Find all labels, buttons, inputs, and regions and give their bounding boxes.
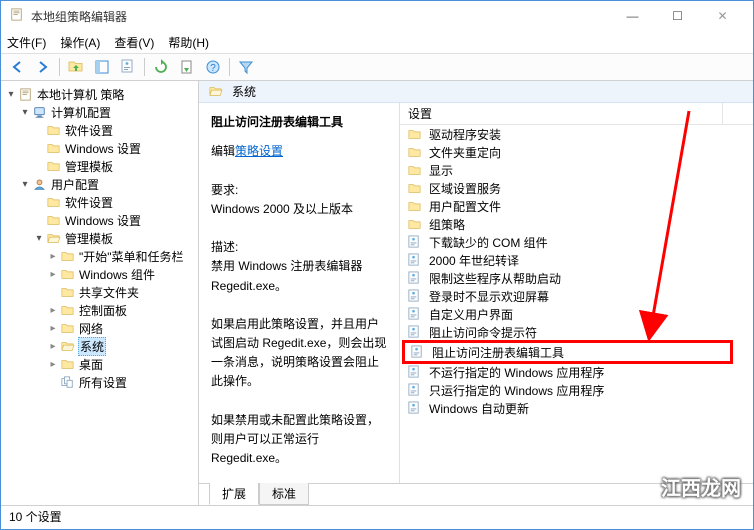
settings-list[interactable]: 设置 驱动程序安装文件夹重定向显示区域设置服务用户配置文件组策略下载缺少的 CO… [399,103,753,483]
tree-win-components[interactable]: ▸Windows 组件 [1,265,198,283]
requirements-label: 要求: [211,181,389,200]
description-label: 描述: [211,238,389,257]
folder-icon [406,180,422,196]
tree-uc-admin[interactable]: ▾管理模板 [1,229,198,247]
tree-uc-windows[interactable]: Windows 设置 [1,211,198,229]
description-p1: 禁用 Windows 注册表编辑器 Regedit.exe。 [211,257,389,295]
list-folder-item[interactable]: 显示 [400,161,753,179]
show-hide-tree-button[interactable] [90,56,114,78]
list-header[interactable]: 设置 [400,103,753,125]
list-setting-item[interactable]: 下载缺少的 COM 组件 [400,233,753,251]
tree-computer-config[interactable]: ▾计算机配置 [1,103,198,121]
setting-icon [406,306,422,322]
description-pane: 阻止访问注册表编辑工具 编辑策略设置 要求: Windows 2000 及以上版… [199,103,399,483]
setting-icon [406,364,422,380]
filter-button[interactable] [234,56,258,78]
tab-standard[interactable]: 标准 [259,483,309,505]
list-folder-item[interactable]: 文件夹重定向 [400,143,753,161]
folder-icon [406,216,422,232]
tree-shared-folders[interactable]: 共享文件夹 [1,283,198,301]
menu-help[interactable]: 帮助(H) [168,34,209,51]
maximize-button[interactable]: ☐ [655,1,700,31]
folder-icon [406,144,422,160]
list-setting-item-highlighted[interactable]: 阻止访问注册表编辑工具 [402,340,733,364]
list-setting-item[interactable]: 阻止访问命令提示符 [400,323,753,341]
list-folder-item[interactable]: 用户配置文件 [400,197,753,215]
help-button[interactable]: ? [201,56,225,78]
folder-icon [406,198,422,214]
menu-file[interactable]: 文件(F) [7,34,46,51]
tree-cc-software[interactable]: 软件设置 [1,121,198,139]
up-folder-button[interactable] [64,56,88,78]
list-setting-item[interactable]: 2000 年世纪转译 [400,251,753,269]
list-setting-item[interactable]: 只运行指定的 Windows 应用程序 [400,381,753,399]
tabs-bar: 扩展 标准 [199,483,753,505]
right-pane: 系统 阻止访问注册表编辑工具 编辑策略设置 要求: Windows 2000 及… [199,81,753,505]
list-folder-item[interactable]: 驱动程序安装 [400,125,753,143]
description-p2: 如果启用此策略设置，并且用户试图启动 Regedit.exe，则会出现一条消息，… [211,315,389,392]
setting-icon [406,252,422,268]
tree-all-settings[interactable]: 所有设置 [1,373,198,391]
back-button[interactable] [5,56,29,78]
menu-view[interactable]: 查看(V) [114,34,154,51]
statusbar: 10 个设置 [1,505,753,527]
folder-icon [406,162,422,178]
folder-icon [406,126,422,142]
window-title: 本地组策略编辑器 [31,8,610,25]
right-header-title: 系统 [232,83,256,100]
setting-icon [406,288,422,304]
setting-title: 阻止访问注册表编辑工具 [211,113,389,132]
list-folder-item[interactable]: 组策略 [400,215,753,233]
tree-system[interactable]: ▸系统 [1,337,198,355]
setting-icon [406,234,422,250]
forward-button[interactable] [31,56,55,78]
tree-root[interactable]: ▾本地计算机 策略 [1,85,198,103]
status-text: 10 个设置 [9,508,62,525]
svg-text:?: ? [210,63,216,74]
refresh-button[interactable] [149,56,173,78]
tree-control-panel[interactable]: ▸控制面板 [1,301,198,319]
minimize-button[interactable]: — [610,1,655,31]
tree-start-taskbar[interactable]: ▸"开始"菜单和任务栏 [1,247,198,265]
tree-uc-software[interactable]: 软件设置 [1,193,198,211]
properties-button[interactable] [116,56,140,78]
list-setting-item[interactable]: 不运行指定的 Windows 应用程序 [400,363,753,381]
close-button[interactable]: ✕ [700,1,745,31]
export-button[interactable] [175,56,199,78]
tree-desktop[interactable]: ▸桌面 [1,355,198,373]
setting-icon [406,400,422,416]
setting-icon [406,270,422,286]
right-header: 系统 [199,81,753,103]
description-p3: 如果禁用或未配置此策略设置，则用户可以正常运行 Regedit.exe。 [211,411,389,469]
list-setting-item[interactable]: Windows 自动更新 [400,399,753,417]
toolbar: ? [1,53,753,81]
setting-icon [406,324,422,340]
requirements-value: Windows 2000 及以上版本 [211,200,389,219]
tree-user-config[interactable]: ▾用户配置 [1,175,198,193]
tree-pane[interactable]: ▾本地计算机 策略 ▾计算机配置 软件设置 Windows 设置 管理模板 ▾用… [1,81,199,505]
edit-policy-link[interactable]: 策略设置 [235,144,283,158]
folder-icon [207,84,223,100]
tree-cc-admin[interactable]: 管理模板 [1,157,198,175]
setting-icon [406,382,422,398]
list-setting-item[interactable]: 登录时不显示欢迎屏幕 [400,287,753,305]
list-setting-item[interactable]: 自定义用户界面 [400,305,753,323]
setting-icon [409,344,425,360]
tree-network[interactable]: ▸网络 [1,319,198,337]
main-area: ▾本地计算机 策略 ▾计算机配置 软件设置 Windows 设置 管理模板 ▾用… [1,81,753,505]
titlebar: 本地组策略编辑器 — ☐ ✕ [1,1,753,31]
tab-extended[interactable]: 扩展 [209,483,259,505]
tree-cc-windows[interactable]: Windows 设置 [1,139,198,157]
menu-action[interactable]: 操作(A) [60,34,100,51]
list-folder-item[interactable]: 区域设置服务 [400,179,753,197]
list-setting-item[interactable]: 限制这些程序从帮助启动 [400,269,753,287]
app-icon [9,8,25,24]
menubar: 文件(F) 操作(A) 查看(V) 帮助(H) [1,31,753,53]
